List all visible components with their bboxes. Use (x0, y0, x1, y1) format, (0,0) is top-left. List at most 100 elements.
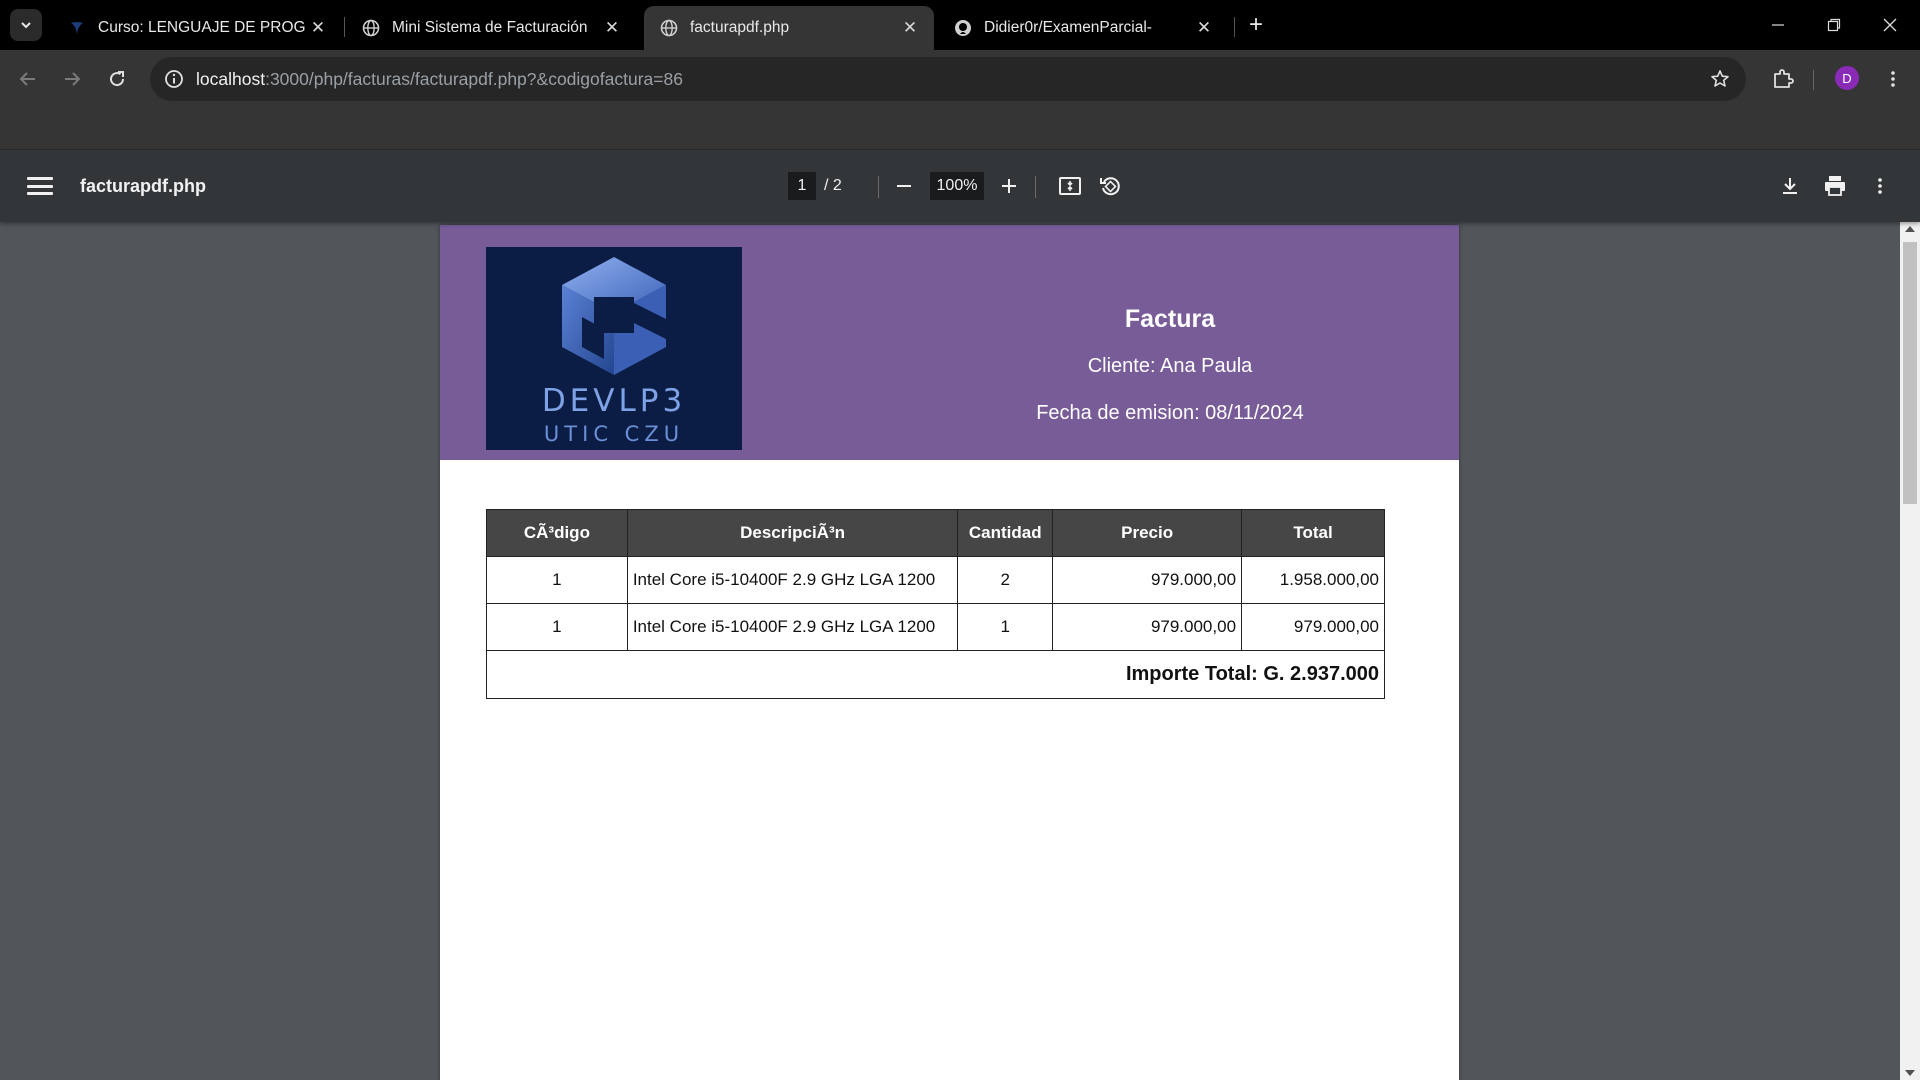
close-icon[interactable]: ✕ (600, 16, 624, 40)
tab-separator (1234, 17, 1235, 37)
browser-toolbar: localhost:3000/php/facturas/facturapdf.p… (0, 50, 1920, 108)
chevron-down-icon (21, 22, 31, 29)
info-icon[interactable] (162, 67, 186, 91)
restore-icon (1827, 18, 1841, 32)
arrow-left-icon (19, 72, 35, 86)
star-icon[interactable] (1708, 67, 1732, 91)
toolbar-separator (1035, 176, 1036, 198)
table-row: 1 Intel Core i5-10400F 2.9 GHz LGA 1200 … (486, 603, 1385, 651)
minus-icon (897, 185, 911, 187)
tab-separator (344, 17, 345, 37)
globe-icon (362, 19, 380, 37)
tab-billing-system[interactable]: Mini Sistema de Facturación ✕ (346, 6, 636, 50)
more-vert-icon (1891, 71, 1895, 87)
cell-codigo: 1 (486, 556, 628, 604)
close-icon[interactable]: ✕ (898, 16, 922, 40)
arrow-right-icon (65, 72, 81, 86)
column-header-codigo: CÃ³digo (486, 509, 628, 557)
download-icon (1783, 178, 1797, 194)
vertical-scrollbar[interactable] (1900, 222, 1920, 1080)
plus-icon (1002, 179, 1016, 193)
cell-descripcion: Intel Core i5-10400F 2.9 GHz LGA 1200 (626, 556, 959, 604)
reload-icon (110, 71, 125, 87)
scroll-up-arrow-icon[interactable] (1905, 226, 1915, 232)
cell-cantidad: 2 (957, 556, 1054, 604)
pdf-more-button[interactable] (1864, 170, 1896, 202)
printer-icon (1825, 176, 1845, 196)
restore-button[interactable] (1806, 0, 1862, 50)
globe-icon (660, 19, 678, 37)
close-icon[interactable]: ✕ (1192, 16, 1216, 40)
column-header-descripcion: DescripciÃ³n (626, 509, 959, 557)
close-icon[interactable]: ✕ (306, 16, 330, 40)
tab-search-button[interactable] (10, 9, 42, 41)
logo-text: DEVLP3 (541, 383, 687, 419)
page-number-input[interactable]: 1 (788, 172, 816, 200)
company-logo: DEVLP3 UTIC CZU (486, 247, 742, 450)
rotate-button[interactable] (1094, 170, 1126, 202)
tab-title: facturapdf.php (690, 19, 790, 36)
invoice-header: DEVLP3 UTIC CZU Factura Cliente: Ana Pau… (440, 225, 1459, 460)
cell-cantidad: 1 (957, 603, 1054, 651)
extensions-button[interactable] (1766, 62, 1800, 96)
toolbar-separator (878, 176, 879, 198)
cell-total: 1.958.000,00 (1241, 556, 1385, 604)
scrollbar-thumb[interactable] (1903, 242, 1917, 504)
zoom-input[interactable]: 100% (930, 172, 984, 200)
minimize-icon (1772, 24, 1784, 26)
tab-title: Mini Sistema de Facturación (392, 19, 588, 36)
toolbar-separator (1813, 70, 1814, 90)
invoice-title: Factura (1124, 305, 1216, 333)
rotate-icon (1100, 177, 1120, 196)
column-header-total: Total (1241, 509, 1385, 557)
browser-menu-button[interactable] (1876, 62, 1910, 96)
pdf-toolbar: facturapdf.php 1 / 2 100% (0, 150, 1920, 222)
address-bar[interactable]: localhost:3000/php/facturas/facturapdf.p… (150, 57, 1746, 101)
cell-precio: 979.000,00 (1052, 556, 1243, 604)
more-vert-icon (1878, 178, 1882, 194)
close-icon (1883, 18, 1897, 32)
tab-strip: Curso: LENGUAJE DE PROGRAMACIÓN ✕ Mini S… (0, 0, 1920, 50)
cell-total: 979.000,00 (1241, 603, 1385, 651)
tab-facturapdf[interactable]: facturapdf.php ✕ (644, 6, 934, 50)
pdf-title: facturapdf.php (80, 176, 206, 196)
forward-button[interactable] (55, 62, 89, 96)
invoice-client: Cliente: Ana Paula (1087, 355, 1253, 377)
importe-total: Importe Total: G. 2.937.000 (486, 650, 1385, 699)
tab-github[interactable]: Didier0r/ExamenParcial- ✕ (938, 6, 1228, 50)
column-header-cantidad: Cantidad (957, 509, 1054, 557)
sidebar-menu-icon[interactable] (24, 172, 56, 200)
new-tab-button[interactable]: + (1242, 11, 1270, 39)
cell-codigo: 1 (486, 603, 628, 651)
table-row: 1 Intel Core i5-10400F 2.9 GHz LGA 1200 … (486, 556, 1385, 604)
table-header-row: CÃ³digo DescripciÃ³n Cantidad Precio Tot… (486, 509, 1385, 557)
cube-logo-icon (562, 257, 666, 375)
zoom-out-button[interactable] (888, 170, 920, 202)
invoice-date: Fecha de emision: 08/11/2024 (1036, 402, 1304, 424)
course-icon (68, 19, 86, 37)
scroll-down-arrow-icon[interactable] (1905, 1070, 1915, 1076)
profile-avatar[interactable]: D (1835, 66, 1859, 90)
total-row: Importe Total: G. 2.937.000 (486, 650, 1385, 699)
reload-button[interactable] (100, 62, 134, 96)
pdf-viewer-canvas[interactable]: DEVLP3 UTIC CZU Factura Cliente: Ana Pau… (0, 222, 1920, 1080)
print-button[interactable] (1819, 170, 1851, 202)
minimize-button[interactable] (1750, 0, 1806, 50)
bookmarks-bar (0, 108, 1920, 150)
github-icon (954, 19, 972, 37)
back-button[interactable] (11, 62, 45, 96)
tab-course[interactable]: Curso: LENGUAJE DE PROGRAMACIÓN ✕ (52, 6, 342, 50)
page-count: / 2 (824, 177, 842, 194)
url-host: localhost (196, 69, 266, 89)
url-text[interactable]: localhost:3000/php/facturas/facturapdf.p… (196, 69, 683, 90)
download-button[interactable] (1774, 170, 1806, 202)
cell-descripcion: Intel Core i5-10400F 2.9 GHz LGA 1200 (626, 603, 959, 651)
fit-page-icon (1059, 177, 1081, 195)
close-window-button[interactable] (1862, 0, 1918, 50)
fit-page-button[interactable] (1054, 170, 1086, 202)
pdf-page: DEVLP3 UTIC CZU Factura Cliente: Ana Pau… (440, 225, 1459, 1080)
tab-title: Curso: LENGUAJE DE PROGRAMACIÓN (98, 19, 306, 36)
zoom-in-button[interactable] (993, 170, 1025, 202)
logo-subtext: UTIC CZU (543, 422, 685, 446)
url-path: :3000/php/facturas/facturapdf.php?&codig… (265, 69, 683, 89)
